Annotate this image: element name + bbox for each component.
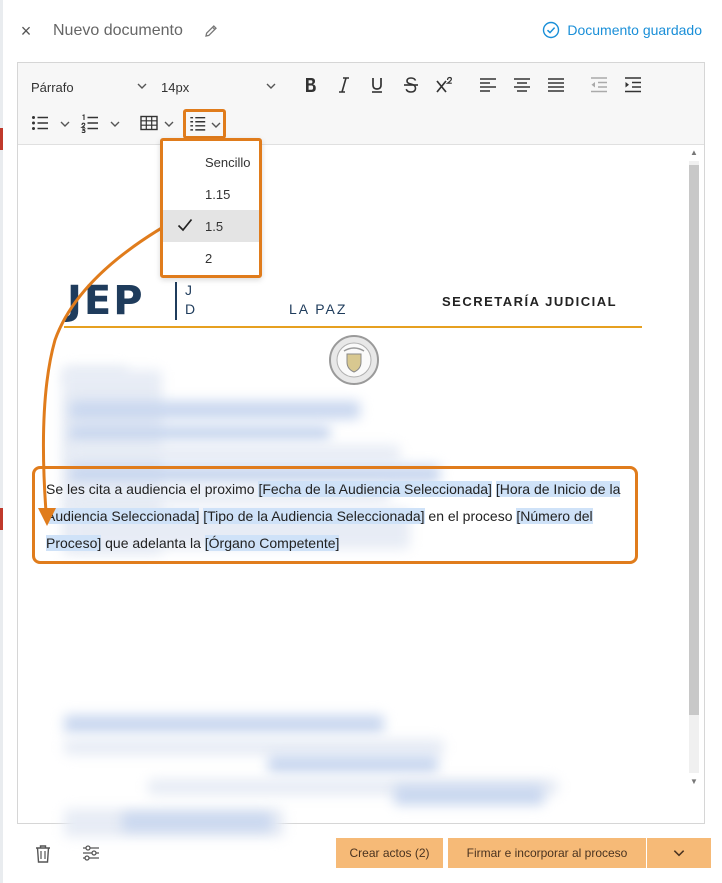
table-icon — [140, 115, 158, 131]
line-spacing-option-sencillo[interactable]: Sencillo — [163, 146, 259, 178]
align-justify-button[interactable] — [544, 73, 568, 97]
colombia-seal-icon — [329, 335, 379, 385]
align-center-icon — [514, 78, 530, 92]
logo-divider — [175, 282, 177, 320]
citation-paragraph[interactable]: Se les cita a audiencia el proximo [Fech… — [46, 476, 626, 557]
page-edge-marker — [0, 128, 3, 150]
paragraph-style-value: Párrafo — [31, 79, 74, 95]
insert-table-button[interactable] — [137, 111, 161, 135]
bulleted-list-button[interactable] — [28, 111, 52, 135]
merge-field[interactable]: [Tipo de la Audiencia Seleccionada] — [203, 508, 425, 524]
numbered-list-icon — [80, 114, 98, 133]
scroll-up-icon[interactable]: ▲ — [687, 147, 701, 159]
line-spacing-icon — [190, 116, 206, 131]
line-spacing-option-1-15[interactable]: 1.15 — [163, 178, 259, 210]
bulleted-list-icon — [32, 116, 48, 130]
jep-logo: JEP — [67, 278, 145, 324]
blurred-text — [70, 401, 360, 419]
dialog-footer: Crear actos (2) Firmar e incorporar al p… — [0, 826, 722, 883]
close-button[interactable]: × — [16, 20, 36, 42]
line-spacing-button[interactable] — [183, 109, 226, 139]
chevron-down-icon[interactable] — [265, 80, 277, 92]
page-edge-marker — [0, 508, 3, 530]
indent-button[interactable] — [621, 73, 645, 97]
line-spacing-option-label: 2 — [205, 250, 213, 266]
line-spacing-option-label: 1.15 — [205, 186, 231, 202]
blurred-text — [70, 425, 330, 441]
blurred-text — [268, 755, 438, 773]
align-justify-icon — [548, 78, 564, 92]
paragraph-text: Se les cita a audiencia el proximo — [46, 481, 259, 497]
outdent-icon — [591, 77, 607, 93]
italic-button[interactable] — [332, 73, 356, 97]
editor-toolbar: Párrafo 14px — [18, 63, 704, 145]
line-spacing-menu: Sencillo 1.15 1.5 2 — [160, 138, 262, 278]
dialog-header: × Nuevo documento Documento guardado — [0, 0, 722, 62]
superscript-icon — [436, 76, 453, 93]
paragraph-text: que adelanta la — [101, 535, 205, 551]
scroll-thumb[interactable] — [689, 165, 699, 715]
align-left-icon — [480, 78, 496, 92]
bold-icon — [306, 78, 316, 92]
paragraph-text: en el proceso — [424, 508, 517, 524]
strikethrough-button[interactable] — [399, 73, 423, 97]
line-spacing-option-1-5[interactable]: 1.5 — [163, 210, 259, 242]
pencil-icon[interactable] — [203, 23, 219, 39]
underline-icon — [372, 78, 382, 93]
blurred-text — [70, 445, 400, 461]
header-rule — [64, 326, 642, 328]
blurred-text — [64, 739, 444, 755]
check-circle-icon — [543, 21, 560, 39]
saved-status: Documento guardado — [542, 21, 702, 39]
paragraph-style-select[interactable]: Párrafo — [31, 77, 151, 97]
font-size-value: 14px — [161, 79, 190, 95]
logo-subtitle-end: LA PAZ — [289, 301, 348, 317]
sign-and-attach-button[interactable]: Firmar e incorporar al proceso — [448, 838, 646, 868]
line-spacing-option-label: 1.5 — [205, 218, 224, 234]
bold-button[interactable] — [298, 73, 322, 97]
merge-field[interactable]: [Órgano Competente] — [204, 535, 340, 551]
chevron-down-icon[interactable] — [163, 118, 175, 130]
scroll-down-icon[interactable]: ▼ — [687, 776, 701, 788]
numbered-list-button[interactable] — [78, 111, 102, 135]
more-actions-button[interactable] — [647, 838, 711, 868]
line-spacing-option-2[interactable]: 2 — [163, 242, 259, 274]
chevron-down-icon[interactable] — [59, 118, 71, 130]
indent-icon — [625, 77, 641, 93]
chevron-down-icon[interactable] — [136, 80, 148, 92]
italic-icon — [339, 77, 349, 93]
saved-status-label: Documento guardado — [567, 22, 702, 38]
strikethrough-icon — [404, 77, 418, 93]
document-title: Nuevo documento — [53, 22, 183, 39]
outdent-button[interactable] — [587, 73, 611, 97]
create-acts-button[interactable]: Crear actos (2) — [336, 838, 443, 868]
sliders-icon[interactable] — [82, 844, 100, 862]
secretaria-heading: SECRETARÍA JUDICIAL — [442, 294, 618, 309]
document-scrollbar[interactable]: ▲ ▼ — [687, 147, 701, 788]
align-center-button[interactable] — [510, 73, 534, 97]
underline-button[interactable] — [365, 73, 389, 97]
line-spacing-option-label: Sencillo — [205, 154, 251, 170]
blurred-text — [394, 785, 544, 805]
logo-subtitle-line2: D — [185, 301, 198, 317]
chevron-down-icon — [673, 850, 685, 857]
trash-icon[interactable] — [34, 844, 52, 864]
logo-subtitle-line1: J — [185, 282, 194, 298]
blurred-text — [64, 715, 384, 733]
merge-field[interactable]: [Fecha de la Audiencia Seleccionada] — [258, 481, 492, 497]
chevron-down-icon — [211, 122, 221, 128]
check-icon — [177, 218, 193, 232]
chevron-down-icon[interactable] — [109, 118, 121, 130]
editor: Párrafo 14px JEP J D LA PAZ SECRETARÍA J… — [17, 62, 705, 837]
superscript-button[interactable] — [432, 73, 456, 97]
font-size-select[interactable]: 14px — [161, 77, 281, 97]
align-left-button[interactable] — [476, 73, 500, 97]
